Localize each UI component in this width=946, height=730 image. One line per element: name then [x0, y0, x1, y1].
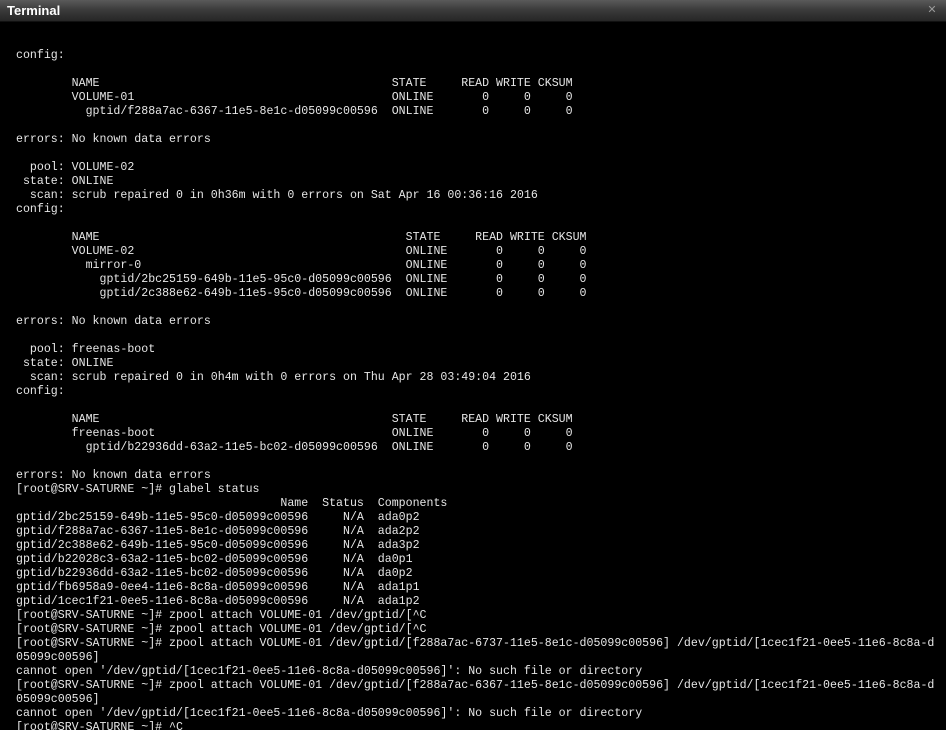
- terminal-line: NAME STATE READ WRITE CKSUM: [16, 413, 573, 426]
- terminal-line: [root@SRV-SATURNE ~]# ^C: [16, 721, 183, 730]
- title-bar[interactable]: Terminal ✕: [0, 0, 946, 22]
- terminal-line: errors: No known data errors: [16, 133, 211, 146]
- terminal-line: gptid/b22936dd-63a2-11e5-bc02-d05099c005…: [16, 567, 413, 580]
- terminal-line: pool: freenas-boot: [16, 343, 156, 356]
- terminal-line: gptid/2c388e62-649b-11e5-95c0-d05099c005…: [16, 539, 420, 552]
- terminal-line: gptid/1cec1f21-0ee5-11e6-8c8a-d05099c005…: [16, 595, 420, 608]
- terminal-line: gptid/2bc25159-649b-11e5-95c0-d05099c005…: [16, 273, 587, 286]
- terminal-line: state: ONLINE: [16, 175, 114, 188]
- terminal-line: gptid/fb6958a9-0ee4-11e6-8c8a-d05099c005…: [16, 581, 420, 594]
- terminal-line: gptid/f288a7ac-6367-11e5-8e1c-d05099c005…: [16, 525, 420, 538]
- terminal-line: VOLUME-02 ONLINE 0 0 0: [16, 245, 587, 258]
- terminal-line: [root@SRV-SATURNE ~]# zpool attach VOLUM…: [16, 637, 935, 650]
- terminal-line: Name Status Components: [16, 497, 448, 510]
- terminal-line: gptid/2bc25159-649b-11e5-95c0-d05099c005…: [16, 511, 420, 524]
- terminal-line: state: ONLINE: [16, 357, 114, 370]
- terminal-line: [root@SRV-SATURNE ~]# zpool attach VOLUM…: [16, 623, 427, 636]
- terminal-line: scan: scrub repaired 0 in 0h4m with 0 er…: [16, 371, 531, 384]
- terminal-line: cannot open '/dev/gptid/[1cec1f21-0ee5-1…: [16, 665, 643, 678]
- terminal-line: errors: No known data errors: [16, 315, 211, 328]
- terminal-line: freenas-boot ONLINE 0 0 0: [16, 427, 573, 440]
- terminal-line: config:: [16, 49, 65, 62]
- terminal-output[interactable]: config: NAME STATE READ WRITE CKSUM VOLU…: [0, 22, 946, 730]
- terminal-line: VOLUME-01 ONLINE 0 0 0: [16, 91, 573, 104]
- terminal-line: gptid/b22028c3-63a2-11e5-bc02-d05099c005…: [16, 553, 413, 566]
- terminal-screen: config: NAME STATE READ WRITE CKSUM VOLU…: [16, 49, 934, 730]
- terminal-line: gptid/f288a7ac-6367-11e5-8e1c-d05099c005…: [16, 105, 573, 118]
- terminal-line: mirror-0 ONLINE 0 0 0: [16, 259, 587, 272]
- terminal-line: 05099c00596]: [16, 651, 100, 664]
- terminal-line: scan: scrub repaired 0 in 0h36m with 0 e…: [16, 189, 538, 202]
- terminal-line: gptid/2c388e62-649b-11e5-95c0-d05099c005…: [16, 287, 587, 300]
- close-icon[interactable]: ✕: [926, 3, 938, 17]
- terminal-line: config:: [16, 385, 65, 398]
- terminal-line: [root@SRV-SATURNE ~]# zpool attach VOLUM…: [16, 679, 935, 692]
- terminal-line: NAME STATE READ WRITE CKSUM: [16, 77, 573, 90]
- terminal-line: NAME STATE READ WRITE CKSUM: [16, 231, 587, 244]
- terminal-window: Terminal ✕ config: NAME STATE READ WRITE…: [0, 0, 946, 730]
- terminal-line: [root@SRV-SATURNE ~]# zpool attach VOLUM…: [16, 609, 427, 622]
- terminal-line: 05099c00596]: [16, 693, 100, 706]
- terminal-line: [root@SRV-SATURNE ~]# glabel status: [16, 483, 260, 496]
- terminal-line: pool: VOLUME-02: [16, 161, 135, 174]
- terminal-line: cannot open '/dev/gptid/[1cec1f21-0ee5-1…: [16, 707, 643, 720]
- window-title: Terminal: [7, 3, 61, 18]
- terminal-line: errors: No known data errors: [16, 469, 211, 482]
- terminal-line: gptid/b22936dd-63a2-11e5-bc02-d05099c005…: [16, 441, 573, 454]
- terminal-line: config:: [16, 203, 65, 216]
